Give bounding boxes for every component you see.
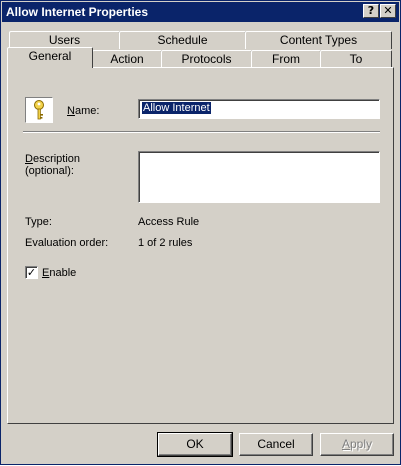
title-bar[interactable]: Allow Internet Properties ? ✕ <box>2 2 399 22</box>
name-input[interactable]: Allow Internet <box>138 99 380 119</box>
properties-dialog: Allow Internet Properties ? ✕ Users Sche… <box>0 0 401 465</box>
close-button[interactable]: ✕ <box>380 4 396 18</box>
tab-to[interactable]: To <box>320 50 392 68</box>
checkmark-icon: ✓ <box>26 266 37 279</box>
tab-content-types[interactable]: Content Types <box>245 31 392 49</box>
general-tab-panel <box>7 67 394 424</box>
apply-button[interactable]: Apply <box>320 433 394 456</box>
tab-from[interactable]: From <box>251 50 321 68</box>
tab-general[interactable]: General <box>7 47 93 68</box>
tab-protocols[interactable]: Protocols <box>161 50 252 68</box>
tab-schedule[interactable]: Schedule <box>119 31 246 49</box>
tab-action[interactable]: Action <box>92 50 162 68</box>
window-title: Allow Internet Properties <box>6 5 149 19</box>
help-button[interactable]: ? <box>363 4 379 18</box>
help-icon: ? <box>367 4 375 17</box>
description-input[interactable] <box>138 151 380 203</box>
enable-checkbox[interactable]: ✓ <box>25 266 38 279</box>
cancel-button[interactable]: Cancel <box>239 433 313 456</box>
close-icon: ✕ <box>383 4 393 17</box>
ok-button[interactable]: OK <box>157 432 233 457</box>
